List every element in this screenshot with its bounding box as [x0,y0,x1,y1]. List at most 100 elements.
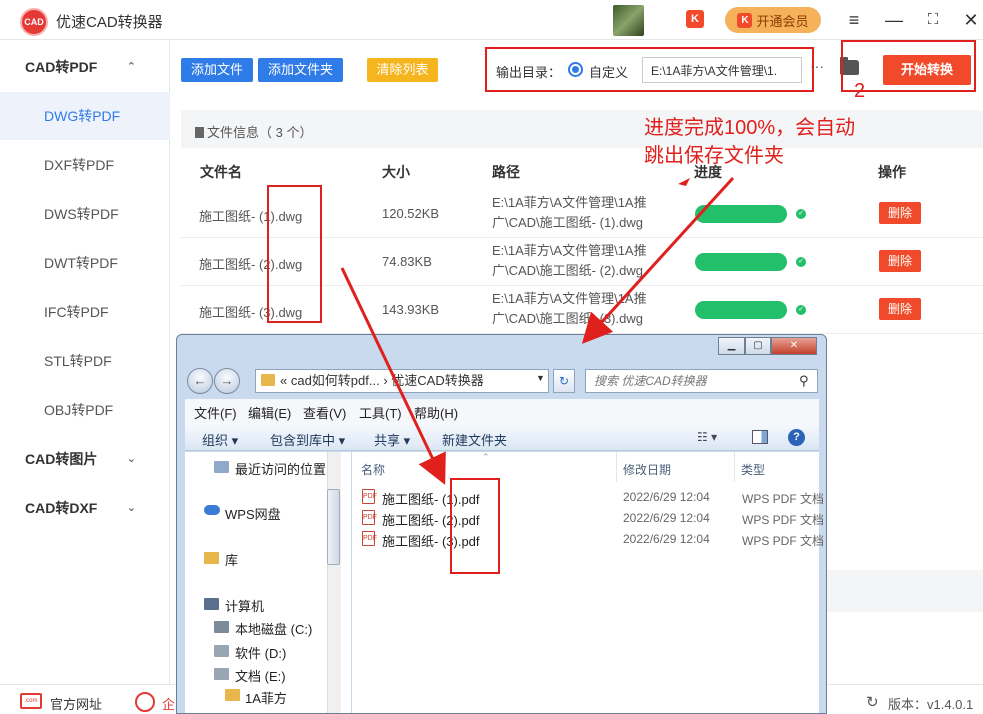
sidebar-item-dxf-to-pdf[interactable]: DXF转PDF [0,141,170,189]
output-path-input[interactable] [642,57,802,83]
annotation-number-2: 2 [854,80,866,102]
refresh-icon[interactable]: ↻ [553,369,575,393]
sidebar-item-ifc-to-pdf[interactable]: IFC转PDF [0,288,170,336]
qq-icon[interactable] [135,692,155,712]
sidebar-item-dws-to-pdf[interactable]: DWS转PDF [0,190,170,238]
menu-icon[interactable]: ≡ [842,8,866,32]
output-dir-label: 输出目录： [496,65,562,80]
pdf-file-icon: PDF [362,510,377,525]
nav-recent-places[interactable]: 最近访问的位置 [235,459,326,478]
nav-wps-drive[interactable]: WPS网盘 [225,504,281,523]
nav-folder-1a[interactable]: 1A菲方 [245,688,287,707]
vip-button[interactable]: K 开通会员 [725,7,821,33]
address-bar[interactable]: « cad如何转pdf... › 优速CAD转换器 [255,369,549,393]
wps-cloud-icon [204,505,220,515]
col-header-action: 操作 [878,164,906,180]
k-logo-icon[interactable]: K [686,10,704,28]
menu-help[interactable]: 帮助(H) [414,403,458,422]
organize-button[interactable]: 组织 ▾ [202,430,238,449]
file-size: 120.52KB [382,206,440,221]
delete-button[interactable]: 删除 [879,250,921,272]
library-icon [204,552,219,564]
explorer-window[interactable]: ▁ ▢ ✕ ← → « cad如何转pdf... › 优速CAD转换器 ▼ ↻ … [176,334,827,714]
menu-view[interactable]: 查看(V) [303,403,346,422]
file-path: E:\1A菲方\A文件管理\1A推 广\CAD\施工图纸- (1).dwg [492,195,647,230]
sidebar-group-label: CAD转PDF [25,59,98,75]
col-header-type[interactable]: 类型 [741,461,765,478]
drive-icon [214,645,229,657]
file-size: 74.83KB [382,254,432,269]
avatar[interactable] [613,5,644,36]
check-icon: ✓ [796,257,806,267]
share-button[interactable]: 共享 ▾ [374,430,410,449]
file-type: WPS PDF 文档 [742,492,825,506]
add-file-button[interactable]: 添加文件 [181,58,253,82]
vip-icon: K [737,12,753,28]
website-icon: .com [20,693,42,709]
col-header-name: 文件名 [200,164,242,180]
maximize-icon[interactable]: ▢ [745,337,771,355]
chevron-down-icon[interactable]: ▼ [536,373,545,383]
sidebar: CAD转PDF ⌃ DWG转PDF DXF转PDF DWS转PDF DWT转PD… [0,40,170,684]
sidebar-group-cad-to-pdf[interactable]: CAD转PDF ⌃ [0,47,170,87]
start-convert-button[interactable]: 开始转换 [883,55,971,85]
back-icon[interactable]: ← [187,368,213,394]
col-header-name[interactable]: 名称 [361,461,385,478]
delete-button[interactable]: 删除 [879,202,921,224]
nav-scrollbar-thumb[interactable] [327,489,340,565]
preview-pane-icon[interactable] [752,430,768,444]
chevron-down-icon: ⌄ [126,502,136,514]
pdf-file-icon: PDF [362,489,377,504]
sidebar-group-cad-to-image[interactable]: CAD转图片 ⌄ [0,439,170,479]
include-in-library-button[interactable]: 包含到库中 ▾ [270,430,345,449]
file-size: 143.93KB [382,302,440,317]
sidebar-item-obj-to-pdf[interactable]: OBJ转PDF [0,386,170,434]
nav-drive-e[interactable]: 文档 (E:) [235,666,286,685]
file-info-label: 文件信息（ 3 个） [195,122,312,141]
delete-button[interactable]: 删除 [879,298,921,320]
more-options-icon[interactable]: ··· [810,58,824,74]
qq-label[interactable]: 企 [162,694,175,713]
new-folder-button[interactable]: 新建文件夹 [442,430,507,449]
search-input[interactable]: 搜索 优速CAD转换器 [585,369,818,393]
col-header-path: 路径 [492,164,520,180]
sort-up-icon: ⌃ [482,452,490,462]
computer-icon [204,598,219,610]
search-icon[interactable]: ⚲ [799,373,809,389]
minimize-icon[interactable]: ▁ [718,337,745,355]
clear-list-button[interactable]: 清除列表 [367,58,438,82]
nav-computer[interactable]: 计算机 [225,596,264,615]
forward-icon[interactable]: → [214,368,240,394]
file-type: WPS PDF 文档 [742,513,825,527]
file-type: WPS PDF 文档 [742,534,825,548]
update-icon[interactable]: ↻ [866,693,879,711]
sidebar-item-stl-to-pdf[interactable]: STL转PDF [0,337,170,385]
sidebar-item-dwg-to-pdf[interactable]: DWG转PDF [0,92,170,140]
arrow-head-small [678,178,690,186]
nav-library[interactable]: 库 [225,550,238,569]
menu-edit[interactable]: 编辑(E) [248,403,291,422]
file-path: E:\1A菲方\A文件管理\1A推 广\CAD\施工图纸- (3).dwg [492,291,647,326]
menu-tools[interactable]: 工具(T) [359,403,402,422]
nav-drive-d[interactable]: 软件 (D:) [235,643,286,662]
check-icon: ✓ [796,209,806,219]
official-site-link[interactable]: 官方网址 [50,694,102,713]
column-divider[interactable] [734,452,735,482]
nav-drive-c[interactable]: 本地磁盘 (C:) [235,619,312,638]
maximize-icon[interactable]: ⛶ [921,8,945,32]
close-icon[interactable]: ✕ [771,337,817,355]
progress-bar [695,253,787,271]
menu-file[interactable]: 文件(F) [194,403,237,422]
minimize-icon[interactable]: — [882,8,906,32]
column-divider[interactable] [616,452,617,482]
chevron-up-icon: ⌃ [126,61,136,73]
drive-icon [214,668,229,680]
help-icon[interactable]: ? [788,429,805,446]
sidebar-item-dwt-to-pdf[interactable]: DWT转PDF [0,239,170,287]
custom-radio[interactable] [568,62,583,77]
view-options-icon[interactable]: ☷ ▾ [697,430,717,444]
sidebar-group-cad-to-dxf[interactable]: CAD转DXF ⌄ [0,488,170,528]
close-icon[interactable]: ✕ [959,8,983,32]
col-header-date[interactable]: 修改日期 [623,461,671,478]
add-folder-button[interactable]: 添加文件夹 [258,58,343,82]
